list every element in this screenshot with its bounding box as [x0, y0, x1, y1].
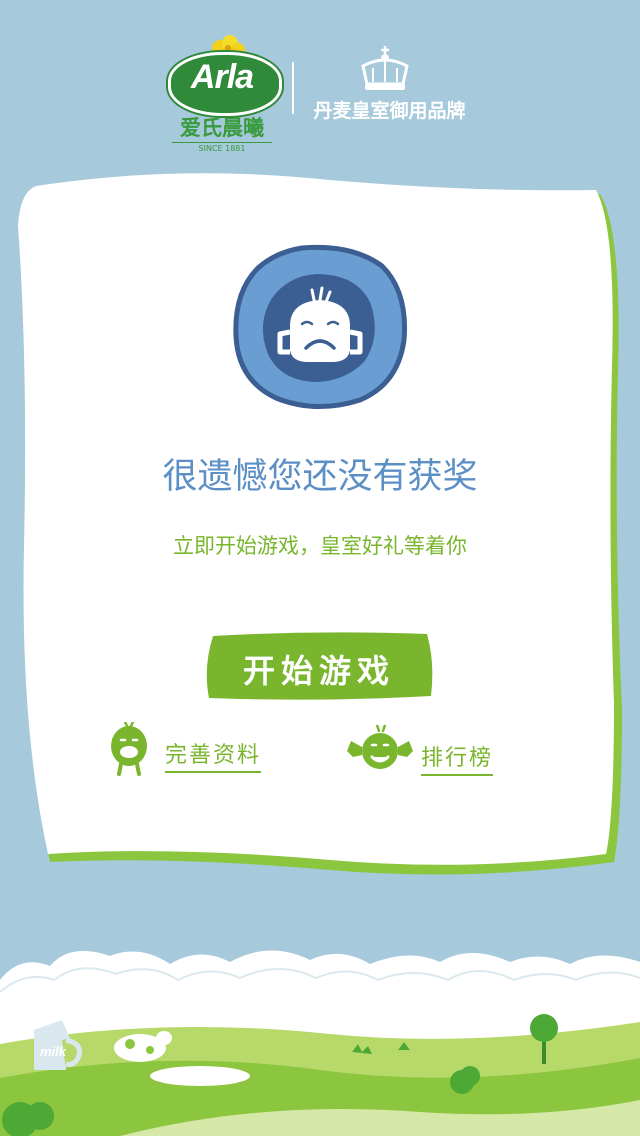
crown-icon [361, 46, 409, 90]
result-headline: 很遗憾您还没有获奖 [162, 457, 478, 497]
royal-brand-text: 丹麦皇室御用品牌 [313, 100, 466, 122]
happy-face-icon [111, 722, 147, 776]
start-game-button[interactable]: 开始游戏 [203, 632, 435, 702]
milk-jug-label: milk [40, 1044, 67, 1059]
complete-profile-link[interactable]: 完善资料 [105, 722, 295, 778]
arla-logo: Arla 爱氏晨曦 SINCE 1881 [160, 30, 285, 153]
brand-cn: 爱氏晨曦 [180, 116, 264, 140]
sad-face-icon [233, 244, 407, 409]
complete-profile-label: 完善资料 [165, 737, 262, 773]
result-subline: 立即开始游戏，皇室好礼等着你 [173, 534, 467, 558]
start-game-label: 开始游戏 [242, 652, 395, 690]
header-divider [292, 62, 294, 114]
leaderboard-label: 排行榜 [421, 740, 494, 776]
strong-face-icon [347, 725, 413, 769]
leaderboard-link[interactable]: 排行榜 [345, 725, 520, 781]
brand-name: Arla [190, 58, 254, 96]
header: Arla 爱氏晨曦 SINCE 1881 丹麦皇室御用品牌 [0, 0, 640, 170]
landscape-scene [0, 950, 640, 1136]
brand-since: SINCE 1881 [172, 142, 272, 153]
